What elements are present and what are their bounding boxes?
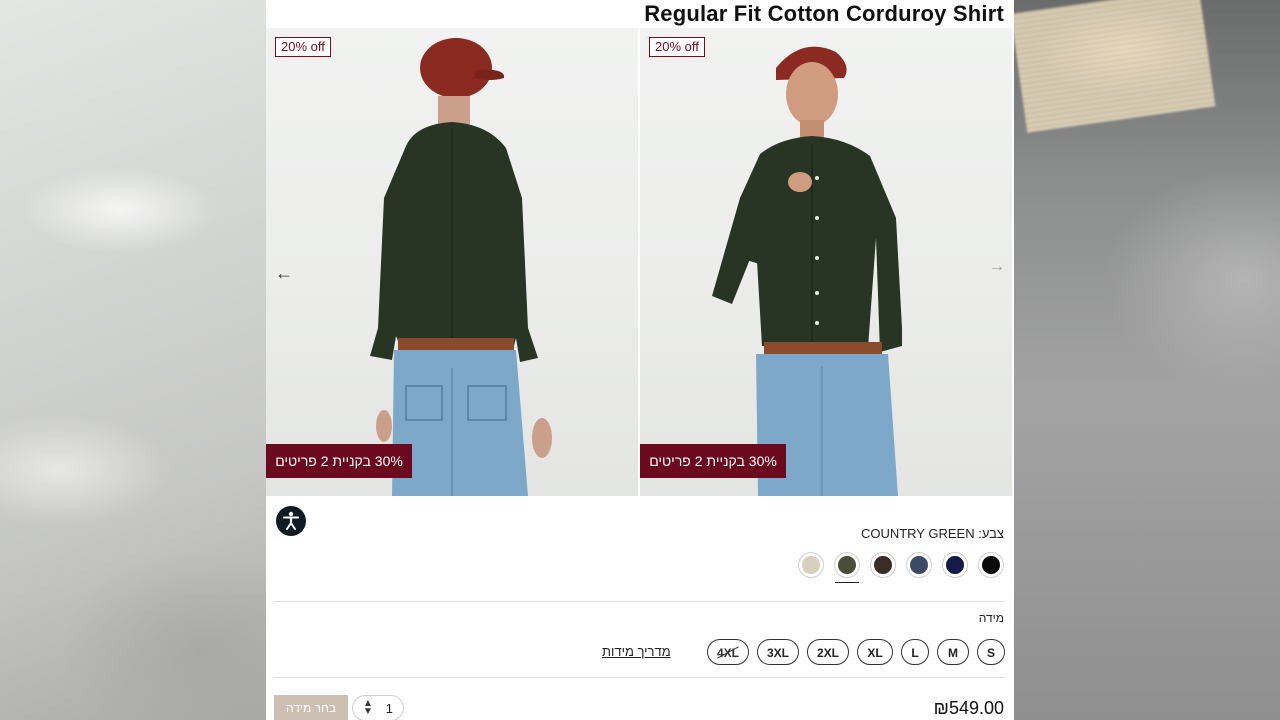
size-option-s[interactable]: S — [977, 639, 1005, 665]
product-image-back[interactable]: 20% off 30% בקניית 2 פריטים ← — [266, 28, 638, 496]
color-label: צבע: — [978, 526, 1004, 541]
size-option-xl[interactable]: XL — [857, 639, 893, 665]
size-guide-link[interactable]: מדריך מידות — [602, 644, 671, 659]
background-left-blur — [0, 0, 266, 720]
discount-badge: 20% off — [275, 37, 331, 57]
front-view-illustration — [712, 46, 902, 496]
product-gallery: 20% off 30% בקניית 2 פריטים ← 20% off 30… — [266, 28, 1014, 496]
select-size-button[interactable]: בחר מידה — [274, 695, 348, 720]
product-price: ₪549.00 — [933, 698, 1004, 718]
promo-banner[interactable]: 30% בקניית 2 פריטים — [640, 444, 786, 478]
swatch-dark-brown[interactable] — [870, 552, 896, 578]
swatch-black[interactable] — [978, 552, 1004, 578]
swatch-navy[interactable] — [942, 552, 968, 578]
product-image-front[interactable]: 20% off 30% בקניית 2 פריטים — [640, 28, 1012, 496]
size-option-l[interactable]: L — [901, 639, 929, 665]
divider — [274, 601, 1005, 602]
quantity-stepper[interactable]: ▲ ▼ 1 — [352, 695, 404, 720]
divider — [274, 677, 1005, 678]
color-selection-label: צבע: COUNTRY GREEN — [861, 524, 1004, 544]
back-view-illustration — [370, 38, 552, 496]
stepper-arrows-icon[interactable]: ▲ ▼ — [363, 699, 373, 717]
swatch-country-green[interactable] — [834, 552, 860, 583]
swatch-slate-blue[interactable] — [906, 552, 932, 578]
size-option-2xl[interactable]: 2XL — [807, 639, 849, 665]
size-option-3xl[interactable]: 3XL — [757, 639, 799, 665]
arrow-left-icon[interactable]: ← — [275, 264, 293, 282]
product-page: Regular Fit Cotton Corduroy Shirt 20% of… — [266, 0, 1014, 720]
accessibility-icon[interactable] — [276, 506, 306, 536]
quantity-value: 1 — [385, 700, 393, 716]
product-title: Regular Fit Cotton Corduroy Shirt — [644, 1, 1004, 26]
swatch-beige[interactable] — [798, 552, 824, 578]
arrow-right-icon[interactable]: → — [989, 258, 1005, 276]
selected-color-name: COUNTRY GREEN — [860, 526, 975, 541]
discount-badge: 20% off — [649, 37, 705, 57]
promo-banner[interactable]: 30% בקניית 2 פריטים — [266, 444, 412, 478]
size-label: מידה — [978, 611, 1004, 625]
size-option-4xl[interactable]: 4XL — [707, 639, 749, 665]
size-option-m[interactable]: M — [937, 639, 969, 665]
